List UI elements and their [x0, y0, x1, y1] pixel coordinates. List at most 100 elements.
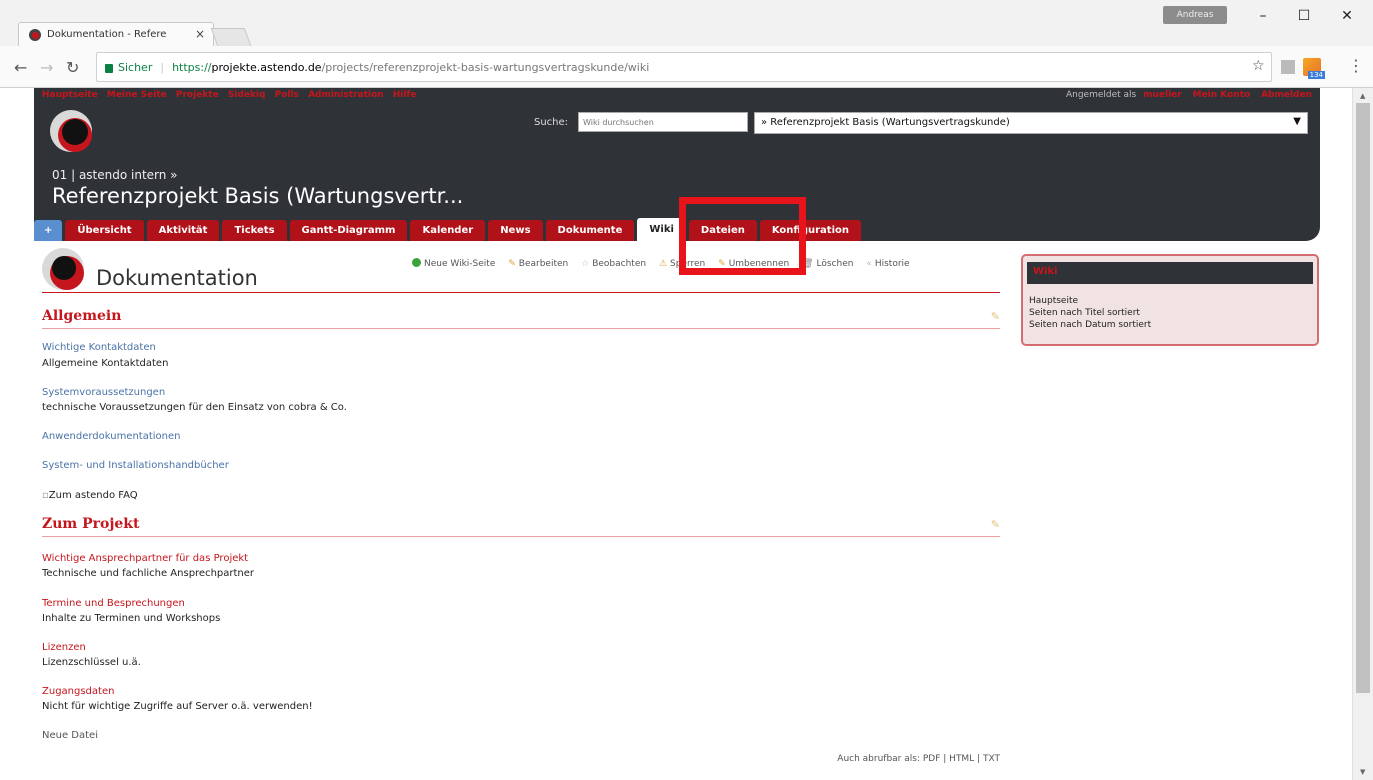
forward-icon[interactable]: →: [40, 58, 53, 77]
section-divider: [42, 328, 1000, 329]
wiki-desc-licenses: Lizenzschlüssel u.ä.: [42, 657, 141, 668]
section-edit-pencil-icon[interactable]: ✎: [991, 310, 1000, 323]
export-prefix: Auch abrufbar als:: [837, 754, 920, 764]
reload-icon[interactable]: ↻: [66, 58, 79, 77]
browser-toolbar: ← → ↻ Sicher | https:// projekte.astendo…: [0, 46, 1373, 88]
tab-activity[interactable]: Aktivität: [146, 220, 220, 241]
section-divider: [42, 536, 1000, 537]
history-icon: «: [866, 259, 872, 269]
wiki-sidebar: Wiki Hauptseite Seiten nach Titel sortie…: [1021, 254, 1319, 346]
url-path: /projects/referenzprojekt-basis-wartungs…: [321, 60, 650, 74]
account-menu: Angemeldet als mueller Mein Konto Abmeld…: [1066, 90, 1312, 100]
scroll-down-icon[interactable]: ▼: [1360, 768, 1365, 776]
topmenu-admin[interactable]: Administration: [308, 90, 384, 100]
watch-label: Beobachten: [592, 259, 647, 269]
topmenu-projects[interactable]: Projekte: [176, 90, 219, 100]
delete-label: Löschen: [816, 259, 854, 269]
scroll-thumb[interactable]: [1356, 103, 1370, 693]
topmenu-polls[interactable]: Polls: [275, 90, 299, 100]
wiki-desc-contacts: Allgemeine Kontaktdaten: [42, 358, 169, 369]
tab-new-item[interactable]: +: [34, 220, 63, 241]
site-header: Hauptseite Meine Seite Projekte Sidekiq …: [34, 88, 1320, 241]
url-input[interactable]: Sicher | https:// projekte.astendo.de /p…: [96, 52, 1272, 82]
extension-badge: 134: [1307, 71, 1325, 79]
site-favicon-icon: [29, 28, 41, 41]
tab-calendar[interactable]: Kalender: [410, 220, 486, 241]
window-close-icon[interactable]: ✕: [1327, 4, 1367, 28]
section-edit-pencil-icon[interactable]: ✎: [991, 518, 1000, 531]
new-tab-button[interactable]: [210, 28, 252, 46]
tab-overview[interactable]: Übersicht: [65, 220, 144, 241]
topmenu-sidekiq[interactable]: Sidekiq: [228, 90, 266, 100]
edit-label: Bearbeiten: [518, 259, 569, 269]
chevron-down-icon: ▼: [1293, 116, 1301, 127]
wiki-desc-partner: Technische und fachliche Ansprechpartner: [42, 568, 255, 579]
maximize-icon[interactable]: ☐: [1284, 4, 1324, 28]
page-title: Dokumentation: [96, 266, 258, 290]
browser-tab[interactable]: Dokumentation - Refere ×: [18, 22, 214, 46]
wiki-link-faq[interactable]: ▫Zum astendo FAQ: [42, 490, 138, 501]
project-title: Referenzprojekt Basis (Wartungsvertr...: [52, 184, 464, 208]
wiki-link-install[interactable]: System- und Installationshandbücher: [42, 460, 229, 471]
topmenu-home[interactable]: Hauptseite: [42, 90, 98, 100]
profile-badge[interactable]: Andreas: [1163, 6, 1227, 24]
url-protocol: https://: [172, 60, 212, 74]
url-host: projekte.astendo.de: [211, 60, 322, 74]
rss-extension-icon[interactable]: 134: [1303, 58, 1325, 79]
page-scrollbar[interactable]: ▲ ▼: [1352, 88, 1373, 780]
extension-icon[interactable]: [1281, 60, 1295, 74]
tab-gantt[interactable]: Gantt-Diagramm: [289, 220, 408, 241]
new-wiki-page-button[interactable]: Neue Wiki-Seite: [412, 258, 495, 269]
section-heading-allgemein: Allgemein: [42, 308, 122, 324]
title-divider: [42, 292, 1000, 293]
scroll-up-icon[interactable]: ▲: [1360, 92, 1365, 100]
bookmark-star-icon[interactable]: ☆: [1252, 58, 1265, 74]
watch-button[interactable]: ☆ Beobachten: [581, 259, 646, 269]
highlight-annotation: [679, 197, 806, 275]
wiki-link-sysreq[interactable]: Systemvoraussetzungen: [42, 387, 165, 398]
tab-tickets[interactable]: Tickets: [222, 220, 287, 241]
wiki-link-userdocs[interactable]: Anwenderdokumentationen: [42, 431, 181, 442]
wiki-link-access[interactable]: Zugangsdaten: [42, 686, 114, 697]
top-menu: Hauptseite Meine Seite Projekte Sidekiq …: [42, 90, 422, 100]
logged-in-label: Angemeldet als: [1065, 90, 1137, 100]
search-label: Suche:: [534, 117, 569, 128]
close-icon[interactable]: ×: [195, 27, 205, 41]
sidebar-item-by-title[interactable]: Seiten nach Titel sortiert: [1029, 308, 1140, 318]
delete-button[interactable]: 🗑 Löschen: [802, 259, 853, 269]
faq-label: Zum astendo FAQ: [48, 490, 138, 501]
export-txt-link[interactable]: TXT: [983, 754, 1000, 764]
edit-button[interactable]: ✎ Bearbeiten: [508, 259, 568, 269]
my-account-link[interactable]: Mein Konto: [1193, 90, 1251, 100]
sidebar-item-main-page[interactable]: Hauptseite: [1029, 296, 1078, 306]
back-icon[interactable]: ←: [14, 58, 27, 77]
project-jump-select[interactable]: » Referenzprojekt Basis (Wartungsvertrag…: [754, 112, 1308, 134]
tab-news[interactable]: News: [488, 220, 543, 241]
wiki-link-meetings[interactable]: Termine und Besprechungen: [42, 598, 185, 609]
history-button[interactable]: «Historie: [866, 259, 909, 269]
browser-menu-icon[interactable]: ⋮: [1348, 56, 1364, 75]
logout-link[interactable]: Abmelden: [1261, 90, 1312, 100]
url-separator: |: [160, 60, 165, 74]
page-logo: [42, 248, 84, 290]
astendo-logo[interactable]: [50, 110, 92, 152]
tab-documents[interactable]: Dokumente: [545, 220, 635, 241]
external-link-icon: ▫: [42, 490, 49, 501]
lock-icon: ⚠: [658, 259, 668, 269]
topmenu-my-page[interactable]: Meine Seite: [107, 90, 167, 100]
export-html-link[interactable]: HTML: [949, 754, 974, 764]
wiki-content: Dokumentation Neue Wiki-Seite ✎ Bearbeite…: [42, 248, 1000, 778]
section-heading-zum-projekt: Zum Projekt: [42, 516, 140, 532]
wiki-link-contacts[interactable]: Wichtige Kontaktdaten: [42, 342, 156, 353]
breadcrumb[interactable]: 01 | astendo intern »: [52, 168, 178, 182]
wiki-link-newfile[interactable]: Neue Datei: [42, 730, 98, 741]
username-link[interactable]: mueller: [1143, 90, 1182, 100]
export-pdf-link[interactable]: PDF: [923, 754, 941, 764]
add-icon: [412, 258, 421, 267]
sidebar-item-by-date[interactable]: Seiten nach Datum sortiert: [1029, 320, 1151, 330]
wiki-link-partner[interactable]: Wichtige Ansprechpartner für das Projekt: [42, 553, 248, 564]
minimize-icon[interactable]: –: [1243, 4, 1283, 28]
search-input[interactable]: [578, 112, 748, 132]
topmenu-help[interactable]: Hilfe: [393, 90, 417, 100]
wiki-link-licenses[interactable]: Lizenzen: [42, 642, 86, 653]
